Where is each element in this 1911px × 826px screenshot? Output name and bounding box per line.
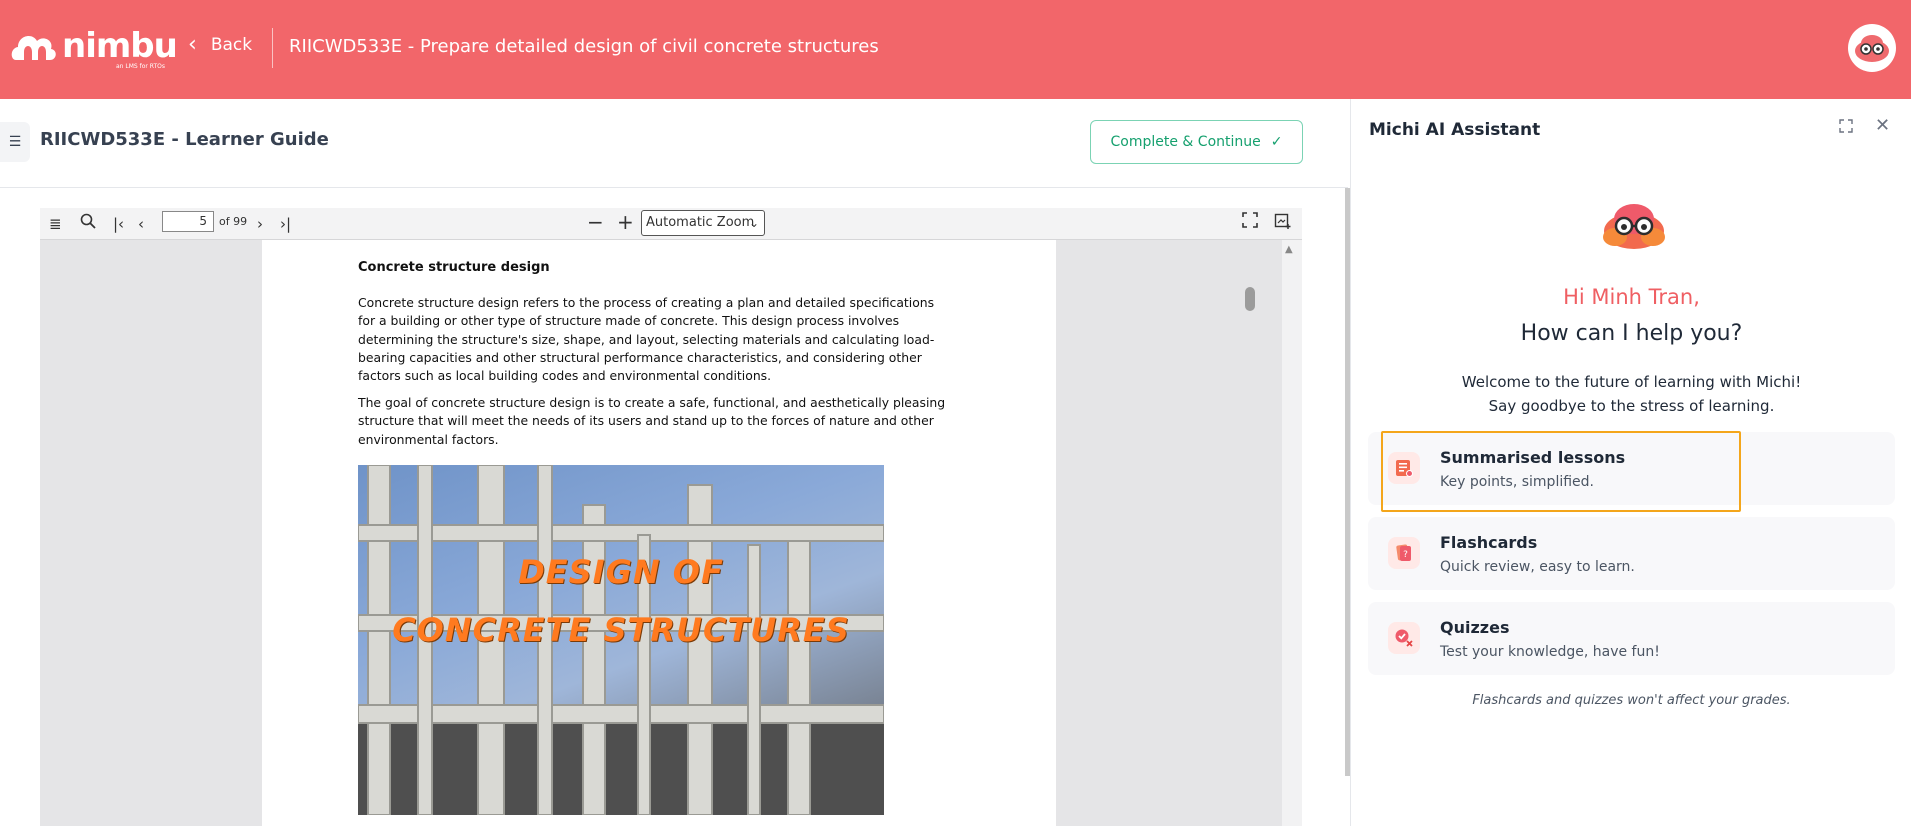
chevron-left-icon: ‹ — [188, 32, 197, 57]
welcome-line-1: Welcome to the future of learning with M… — [1461, 373, 1802, 391]
card-title: Quizzes — [1440, 618, 1510, 637]
scroll-up-icon[interactable]: ▲ — [1285, 244, 1293, 255]
fullscreen-icon[interactable] — [1242, 212, 1258, 233]
pdf-scroll-thumb[interactable] — [1245, 287, 1255, 311]
menu-icon: ☰ — [8, 134, 22, 150]
sidebar-outline-icon[interactable]: ≣ — [49, 214, 62, 234]
search-icon[interactable] — [79, 212, 97, 235]
zoom-select[interactable]: Automatic Zoom ⌄ — [641, 210, 765, 236]
pdf-toolbar: ≣ |‹ ‹ 5 of 99 › ›| − + Automatic Zoom ⌄ — [40, 208, 1302, 240]
checkmark-icon: ✓ — [1270, 134, 1283, 150]
quizzes-card[interactable]: Quizzes Test your knowledge, have fun! — [1368, 602, 1895, 675]
cloud-logo-icon — [11, 36, 56, 60]
logo-tagline: an LMS for RTOs — [116, 63, 166, 70]
last-page-icon[interactable]: ›| — [280, 214, 291, 234]
course-title: RIICWD533E - Prepare detailed design of … — [289, 36, 879, 57]
card-title: Flashcards — [1440, 533, 1538, 552]
greeting-question: How can I help you? — [1520, 321, 1743, 346]
zoom-out-icon[interactable]: − — [587, 212, 604, 232]
content-divider — [0, 187, 1348, 188]
concrete-structures-image: DESIGN OF CONCRETE STRUCTURES — [358, 465, 884, 815]
card-subtitle: Test your knowledge, have fun! — [1440, 644, 1660, 660]
nimbu-logo[interactable]: nimbu an LMS for RTOs — [10, 26, 178, 74]
expand-icon[interactable] — [1839, 119, 1853, 137]
svg-text:?: ? — [1403, 550, 1408, 560]
page-count: of 99 — [219, 215, 248, 228]
assistant-title: Michi AI Assistant — [1369, 120, 1541, 140]
michi-avatar-icon — [1855, 35, 1889, 62]
guide-title: RIICWD533E - Learner Guide — [40, 129, 329, 150]
zoom-value: Automatic Zoom — [646, 215, 755, 230]
card-subtitle: Quick review, easy to learn. — [1440, 559, 1635, 575]
first-page-icon[interactable]: |‹ — [113, 214, 124, 234]
greeting-name: Hi Minh Tran, — [1563, 285, 1700, 309]
previous-page-icon[interactable]: ‹ — [138, 214, 144, 234]
add-annotation-icon[interactable] — [1274, 212, 1292, 235]
page-paragraph-2: The goal of concrete structure design is… — [358, 395, 946, 447]
welcome-message: Welcome to the future of learning with M… — [1351, 370, 1911, 418]
flashcard-icon: ? — [1388, 537, 1420, 569]
page-heading: Concrete structure design — [358, 260, 550, 275]
logo-wordmark: nimbu — [62, 26, 178, 66]
chevron-down-icon: ⌄ — [748, 216, 759, 230]
pdf-viewer: ≣ |‹ ‹ 5 of 99 › ›| − + Automatic Zoom ⌄… — [40, 208, 1302, 826]
header-divider — [272, 28, 273, 68]
michi-mascot-icon — [1601, 199, 1667, 251]
top-header: nimbu an LMS for RTOs ‹ Back RIICWD533E … — [0, 0, 1911, 99]
welcome-line-2: Say goodbye to the stress of learning. — [1488, 397, 1775, 415]
image-caption-line1: DESIGN OF — [518, 553, 724, 591]
grades-note: Flashcards and quizzes won't affect your… — [1472, 693, 1791, 708]
flashcards-card[interactable]: ? Flashcards Quick review, easy to learn… — [1368, 517, 1895, 590]
next-page-icon[interactable]: › — [257, 214, 263, 234]
page-number-input[interactable]: 5 — [162, 211, 214, 232]
quiz-icon — [1388, 622, 1420, 654]
sidebar-toggle-button[interactable]: ☰ — [0, 122, 30, 162]
back-button[interactable]: ‹ Back — [188, 34, 252, 56]
back-label: Back — [210, 35, 253, 55]
complete-continue-label: Complete & Continue — [1110, 134, 1261, 150]
complete-continue-button[interactable]: Complete & Continue ✓ — [1090, 120, 1303, 164]
selection-highlight — [1381, 431, 1741, 512]
pdf-page: Concrete structure design Concrete struc… — [262, 240, 1056, 826]
zoom-in-icon[interactable]: + — [617, 212, 634, 232]
image-caption-line2: CONCRETE STRUCTURES — [392, 611, 850, 649]
pdf-scrollbar[interactable] — [1282, 240, 1302, 826]
close-icon[interactable]: ✕ — [1875, 115, 1890, 136]
user-avatar[interactable] — [1848, 24, 1896, 72]
page-paragraph-1: Concrete structure design refers to the … — [358, 295, 935, 384]
